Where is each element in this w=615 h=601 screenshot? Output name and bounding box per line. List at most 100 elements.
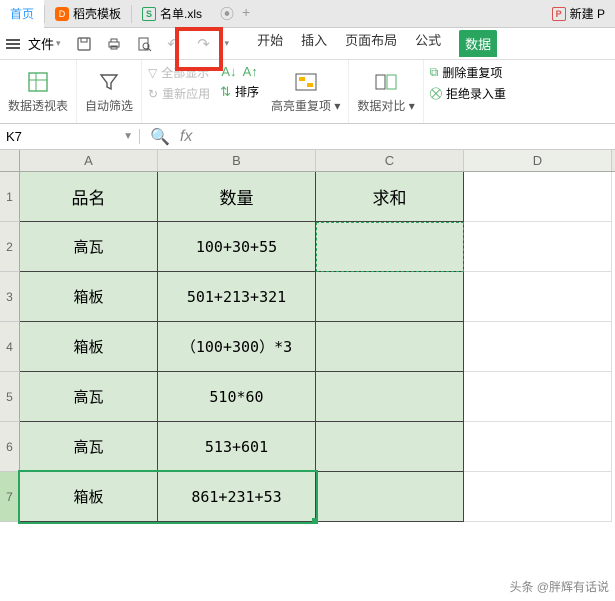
cell[interactable]	[316, 322, 464, 372]
row-header[interactable]: 7	[0, 472, 20, 522]
reject-icon: ⛒	[430, 86, 442, 101]
cell[interactable]: 513+601	[158, 422, 316, 472]
print-icon[interactable]	[105, 35, 123, 53]
col-header-A[interactable]: A	[20, 150, 158, 171]
row-header[interactable]: 6	[0, 422, 20, 472]
cell[interactable]	[464, 422, 612, 472]
compare-icon	[373, 69, 399, 95]
cell[interactable]	[464, 172, 612, 222]
cell[interactable]: 高瓦	[20, 372, 158, 422]
ribbon-tab-start[interactable]: 开始	[257, 30, 283, 57]
sort-icon: ⇅	[220, 84, 231, 100]
menu-icon[interactable]	[6, 39, 20, 49]
print-preview-icon[interactable]	[135, 35, 153, 53]
fill-handle[interactable]	[312, 518, 318, 524]
remove-dup-button[interactable]: ⧉删除重复项	[430, 64, 506, 81]
redo-icon[interactable]: ↷	[195, 35, 213, 53]
sort-desc-icon[interactable]: A↑	[243, 64, 258, 79]
highlight-icon	[293, 69, 319, 95]
pivot-icon	[25, 69, 51, 95]
ribbon-tab-layout[interactable]: 页面布局	[345, 30, 397, 57]
filter-options: ▽全部显示 ↻重新应用	[142, 60, 216, 123]
cell[interactable]	[316, 472, 464, 522]
template-icon: D	[55, 7, 69, 21]
sort-asc-icon[interactable]: A↓	[221, 64, 236, 79]
cell[interactable]: 箱板	[20, 472, 158, 522]
cell[interactable]: （100+300）*3	[158, 322, 316, 372]
cell[interactable]	[464, 322, 612, 372]
fx-icon[interactable]: fx	[180, 128, 192, 146]
table-row: 5 高瓦 510*60	[0, 372, 615, 422]
spreadsheet-grid[interactable]: A B C D 1 品名 数量 求和 2 高瓦 100+30+55 3 箱板 5…	[0, 150, 615, 522]
reapply-icon: ↻	[148, 87, 158, 101]
row-header[interactable]: 3	[0, 272, 20, 322]
cell[interactable]: 求和	[316, 172, 464, 222]
filter-button[interactable]: 自动筛选	[77, 60, 142, 123]
show-all-icon: ▽	[148, 66, 157, 80]
name-box[interactable]: K7▼	[0, 129, 140, 144]
highlight-dup-button[interactable]: 高亮重复项 ▾	[263, 60, 349, 123]
cell[interactable]: 510*60	[158, 372, 316, 422]
cell[interactable]	[464, 372, 612, 422]
cell[interactable]: 501+213+321	[158, 272, 316, 322]
dedup-group: ⧉删除重复项 ⛒拒绝录入重	[424, 60, 512, 123]
cell[interactable]	[464, 222, 612, 272]
sort-button[interactable]: 排序	[235, 83, 259, 100]
file-menu[interactable]: 文件▾	[22, 34, 67, 53]
presentation-icon: P	[552, 7, 566, 21]
row-header[interactable]: 1	[0, 172, 20, 222]
table-row: 6 高瓦 513+601	[0, 422, 615, 472]
tab-add-icon[interactable]: +	[242, 4, 250, 24]
cell[interactable]: 箱板	[20, 272, 158, 322]
pivot-button[interactable]: 数据透视表	[0, 60, 77, 123]
tab-file-1[interactable]: S 名单.xls	[132, 0, 212, 28]
col-header-D[interactable]: D	[464, 150, 612, 171]
remove-dup-icon: ⧉	[430, 65, 439, 80]
save-icon[interactable]	[75, 35, 93, 53]
cell[interactable]	[316, 222, 464, 272]
cell[interactable]: 数量	[158, 172, 316, 222]
document-tabs: 首页 D 稻壳模板 S 名单.xls ⦿ + P 新建 P	[0, 0, 615, 28]
row-header[interactable]: 2	[0, 222, 20, 272]
column-headers: A B C D	[0, 150, 615, 172]
table-row: 2 高瓦 100+30+55	[0, 222, 615, 272]
cell[interactable]	[316, 372, 464, 422]
col-header-B[interactable]: B	[158, 150, 316, 171]
reapply-button[interactable]: ↻重新应用	[148, 85, 210, 102]
col-header-C[interactable]: C	[316, 150, 464, 171]
watermark: 头条 @胖辉有话说	[509, 578, 609, 595]
spreadsheet-icon: S	[142, 7, 156, 21]
tab-template[interactable]: D 稻壳模板	[45, 0, 131, 28]
ribbon-tab-insert[interactable]: 插入	[301, 30, 327, 57]
cell[interactable]: 100+30+55	[158, 222, 316, 272]
select-all-corner[interactable]	[0, 150, 20, 171]
cell[interactable]	[316, 422, 464, 472]
quick-access-toolbar: 文件▾ ↶ ↷ ▾ 开始 插入 页面布局 公式 数据	[0, 28, 615, 60]
cell[interactable]: 高瓦	[20, 422, 158, 472]
cell[interactable]: 箱板	[20, 322, 158, 372]
row-header[interactable]: 4	[0, 322, 20, 372]
cell[interactable]	[316, 272, 464, 322]
tab-file-2[interactable]: P 新建 P	[542, 0, 615, 28]
cell[interactable]: 品名	[20, 172, 158, 222]
table-row: 7 箱板 861+231+53	[0, 472, 615, 522]
cell[interactable]: 高瓦	[20, 222, 158, 272]
funnel-icon	[96, 69, 122, 95]
ribbon-tab-formula[interactable]: 公式	[415, 30, 441, 57]
ribbon-tab-data[interactable]: 数据	[459, 30, 497, 57]
cell[interactable]: 861+231+53	[158, 472, 316, 522]
tab-overflow-icon[interactable]: ⦿	[220, 4, 234, 24]
cell[interactable]	[464, 472, 612, 522]
table-row: 1 品名 数量 求和	[0, 172, 615, 222]
formula-bar-row: K7▼ 🔍 fx	[0, 124, 615, 150]
table-row: 3 箱板 501+213+321	[0, 272, 615, 322]
zoom-icon[interactable]: 🔍	[150, 127, 170, 147]
show-all-button[interactable]: ▽全部显示	[148, 64, 210, 81]
sort-group: A↓ A↑ ⇅ 排序	[216, 60, 263, 123]
reject-dup-button[interactable]: ⛒拒绝录入重	[430, 85, 506, 102]
cell[interactable]	[464, 272, 612, 322]
row-header[interactable]: 5	[0, 372, 20, 422]
compare-button[interactable]: 数据对比 ▾	[349, 60, 423, 123]
tab-home[interactable]: 首页	[0, 0, 44, 28]
undo-icon[interactable]: ↶	[165, 35, 183, 53]
